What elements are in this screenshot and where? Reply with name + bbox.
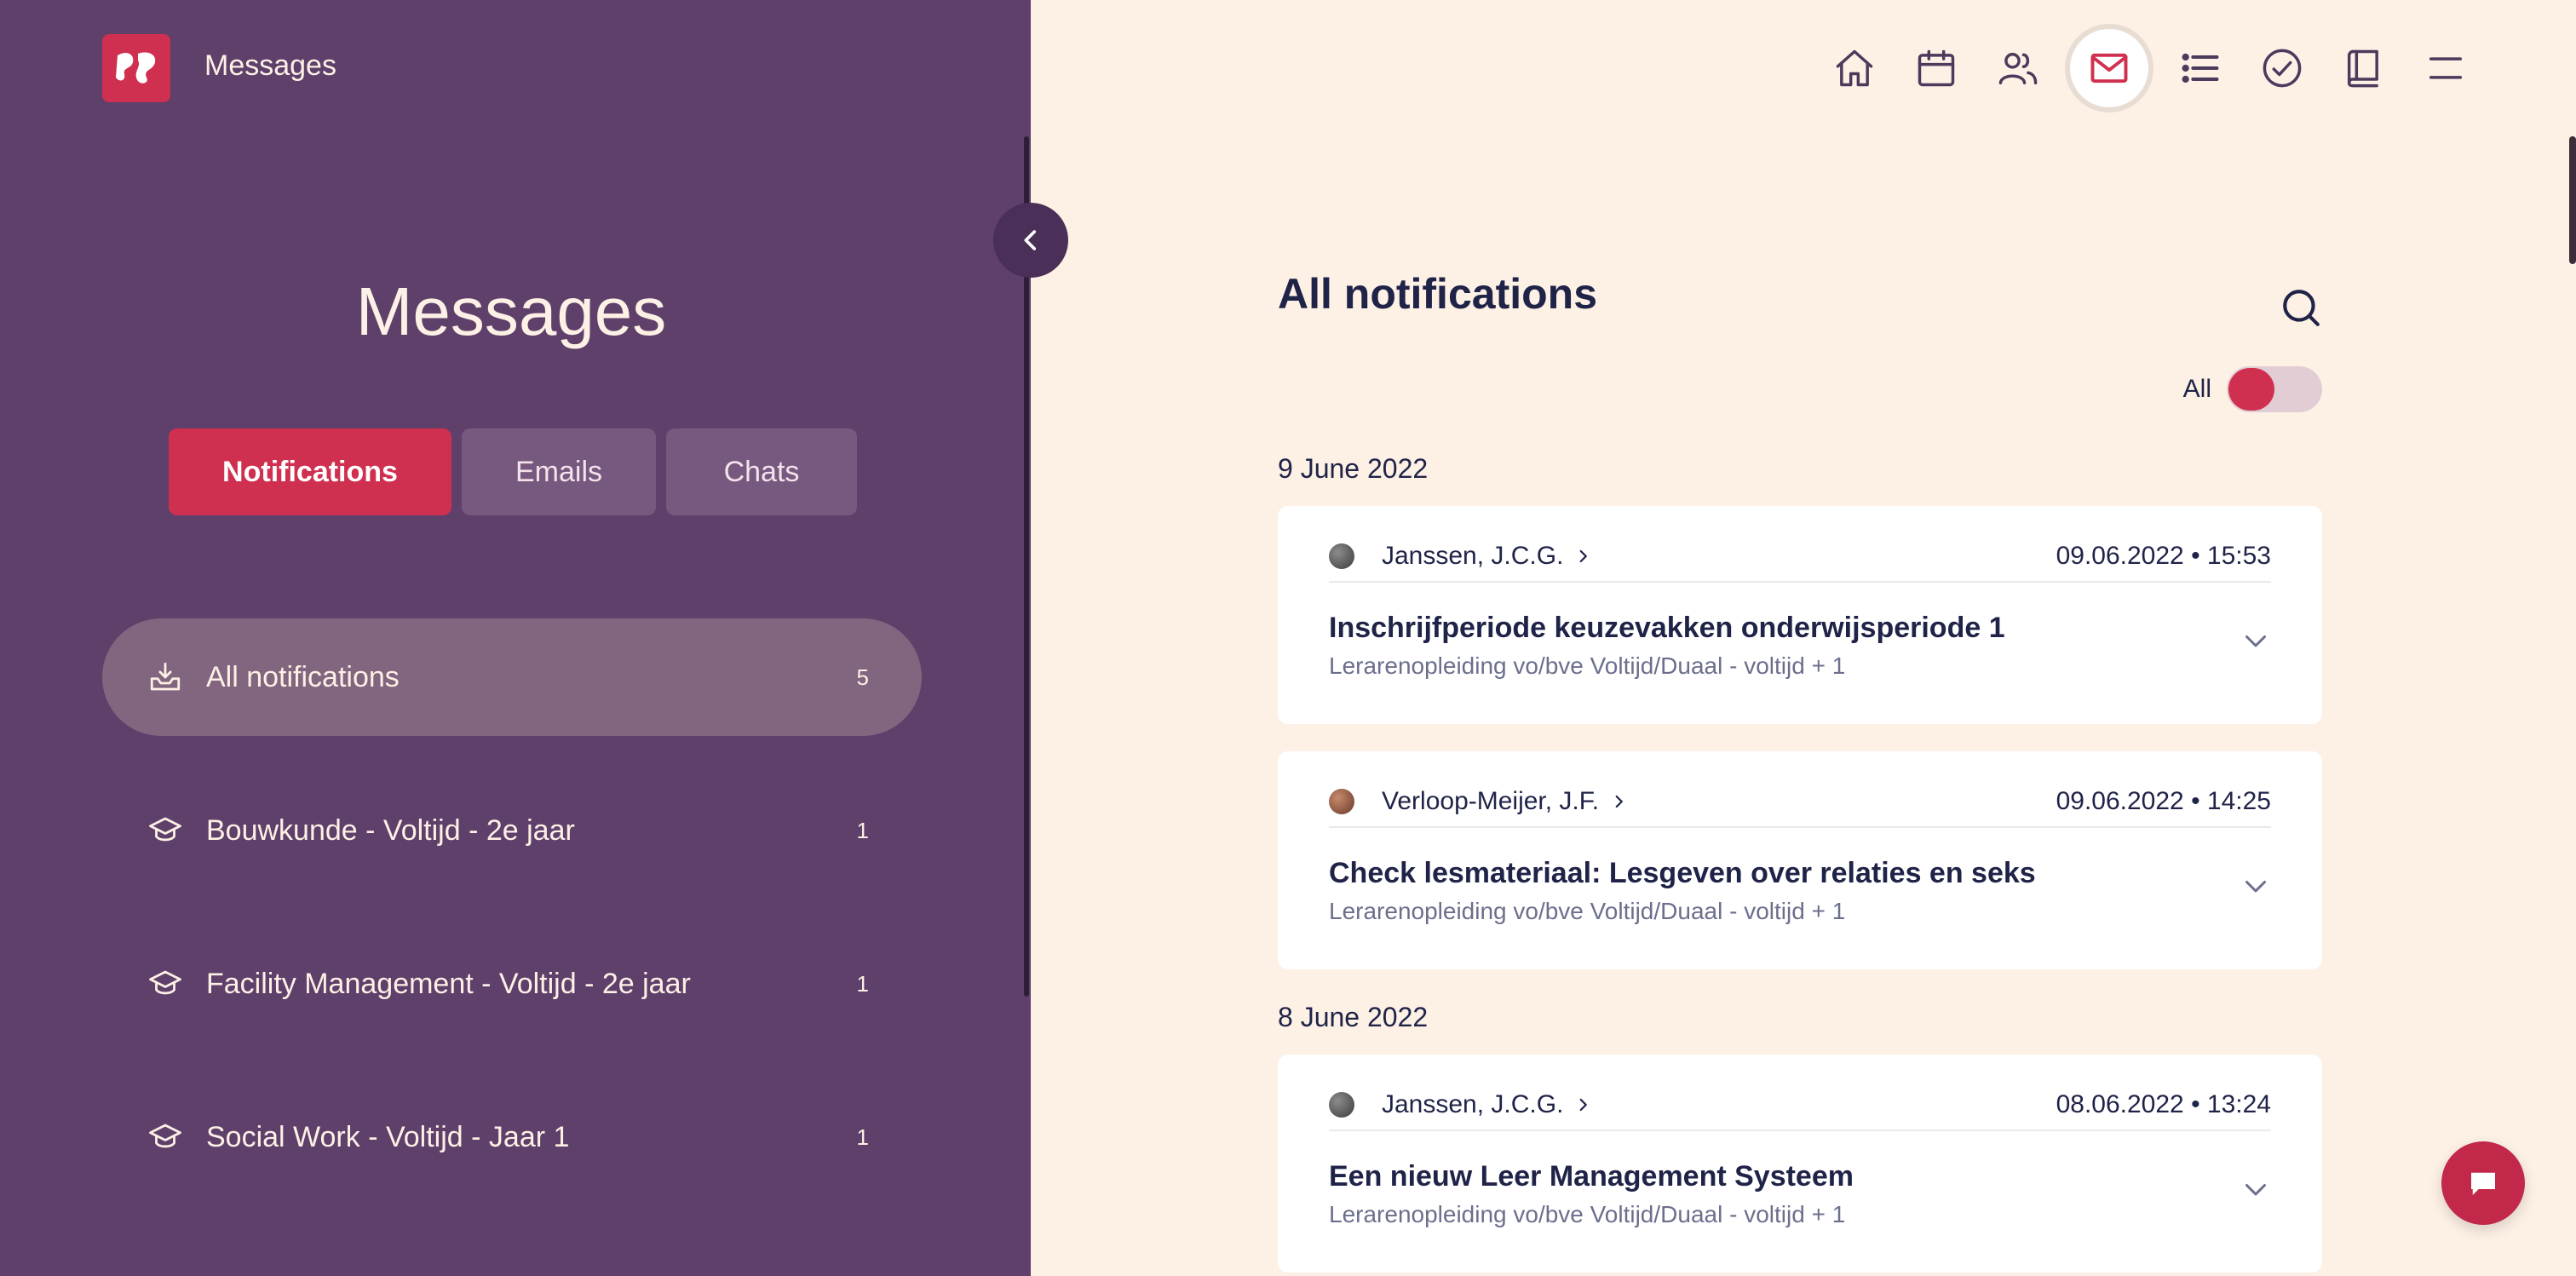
notification-course: Lerarenopleiding vo/bve Voltijd/Duaal - … [1329, 652, 1846, 679]
count-badge: 1 [856, 1124, 869, 1150]
app-logo[interactable] [102, 34, 170, 102]
chevron-right-icon [1580, 1098, 1588, 1112]
card-header: Verloop-Meijer, J.F. 09.06.2022 • 14:25 [1329, 777, 2271, 828]
menu-icon[interactable] [2411, 24, 2481, 112]
count-badge: 5 [856, 664, 869, 690]
calendar-icon[interactable] [1901, 24, 1971, 112]
inbox-download-icon [147, 658, 184, 696]
tab-notifications[interactable]: Notifications [169, 428, 451, 515]
sidebar-item-bouwkunde[interactable]: Bouwkunde - Voltijd - 2e jaar 1 [102, 772, 922, 889]
people-icon[interactable] [1983, 24, 2053, 112]
chat-bubble-icon [2471, 1172, 2495, 1195]
check-circle-icon[interactable] [2247, 24, 2317, 112]
sender-name[interactable]: Janssen, J.C.G. [1382, 1090, 1563, 1119]
top-navigation [1820, 24, 2481, 112]
logo-icon [116, 52, 156, 83]
book-icon[interactable] [2329, 24, 2399, 112]
toggle-knob [2228, 368, 2274, 411]
all-toggle[interactable] [2227, 366, 2322, 412]
sidebar-item-label: All notifications [206, 660, 400, 693]
sidebar-item-facility-management[interactable]: Facility Management - Voltijd - 2e jaar … [102, 925, 922, 1043]
app-title: Messages [204, 49, 336, 82]
message-tabs: Notifications Emails Chats [169, 428, 857, 515]
graduation-cap-icon [147, 812, 184, 849]
date-header: 8 June 2022 [1278, 1002, 1429, 1032]
card-header: Janssen, J.C.G. 08.06.2022 • 13:24 [1329, 1080, 2271, 1131]
notification-card[interactable]: Janssen, J.C.G. 08.06.2022 • 13:24 Een n… [1278, 1055, 2322, 1273]
tab-emails[interactable]: Emails [462, 428, 656, 515]
collapse-sidebar-button[interactable] [993, 203, 1068, 278]
graduation-cap-icon [147, 1118, 184, 1156]
notification-card[interactable]: Verloop-Meijer, J.F. 09.06.2022 • 14:25 … [1278, 751, 2322, 969]
notification-subject: Check lesmateriaal: Lesgeven over relati… [1329, 857, 2036, 889]
sidebar-item-label: Social Work - Voltijd - Jaar 1 [206, 1120, 570, 1153]
sidebar: Messages Messages Notifications Emails C… [0, 0, 1031, 1276]
sidebar-item-all-notifications[interactable]: All notifications 5 [102, 618, 922, 736]
chevron-down-icon[interactable] [2240, 871, 2271, 901]
timestamp: 09.06.2022 • 14:25 [2056, 787, 2271, 815]
graduation-cap-icon [147, 965, 184, 1003]
notification-subject: Een nieuw Leer Management Systeem [1329, 1160, 1854, 1193]
page-scrollbar[interactable] [2569, 136, 2576, 264]
notification-course: Lerarenopleiding vo/bve Voltijd/Duaal - … [1329, 1201, 1846, 1227]
date-header: 9 June 2022 [1278, 453, 1429, 484]
sidebar-item-social-work[interactable]: Social Work - Voltijd - Jaar 1 1 [102, 1078, 922, 1196]
mail-icon[interactable] [2065, 24, 2153, 112]
chevron-right-icon [1580, 549, 1588, 563]
avatar [1329, 543, 1354, 569]
tab-chats[interactable]: Chats [666, 428, 857, 515]
page-title: Messages [355, 273, 667, 349]
chevron-left-icon [1024, 230, 1037, 250]
notification-card[interactable]: Janssen, J.C.G. 09.06.2022 • 15:53 Insch… [1278, 506, 2322, 724]
avatar [1329, 1092, 1354, 1118]
notification-course: Lerarenopleiding vo/bve Voltijd/Duaal - … [1329, 898, 1846, 924]
all-filter: All [2183, 366, 2322, 412]
sender-name[interactable]: Verloop-Meijer, J.F. [1382, 787, 1599, 816]
sidebar-item-label: Bouwkunde - Voltijd - 2e jaar [206, 813, 575, 847]
timestamp: 08.06.2022 • 13:24 [2056, 1090, 2271, 1118]
notification-subject: Inschrijfperiode keuzevakken onderwijspe… [1329, 612, 2005, 644]
chevron-down-icon[interactable] [2240, 625, 2271, 656]
count-badge: 1 [856, 970, 869, 997]
home-icon[interactable] [1820, 24, 1889, 112]
filter-label: All [2182, 375, 2211, 403]
chevron-right-icon [1615, 795, 1623, 808]
notifications-title: All notifications [1278, 270, 1597, 318]
category-list: All notifications 5 Bouwkunde - Voltijd … [102, 618, 922, 1232]
search-button[interactable] [2280, 286, 2322, 329]
sender-name[interactable]: Janssen, J.C.G. [1382, 542, 1563, 571]
timestamp: 09.06.2022 • 15:53 [2056, 542, 2271, 570]
card-header: Janssen, J.C.G. 09.06.2022 • 15:53 [1329, 532, 2271, 583]
chevron-down-icon[interactable] [2240, 1174, 2271, 1204]
sidebar-item-label: Facility Management - Voltijd - 2e jaar [206, 967, 691, 1000]
avatar [1329, 789, 1354, 814]
chat-button[interactable] [2441, 1141, 2525, 1225]
search-icon [2283, 290, 2320, 326]
list-icon[interactable] [2165, 24, 2235, 112]
count-badge: 1 [856, 817, 869, 843]
